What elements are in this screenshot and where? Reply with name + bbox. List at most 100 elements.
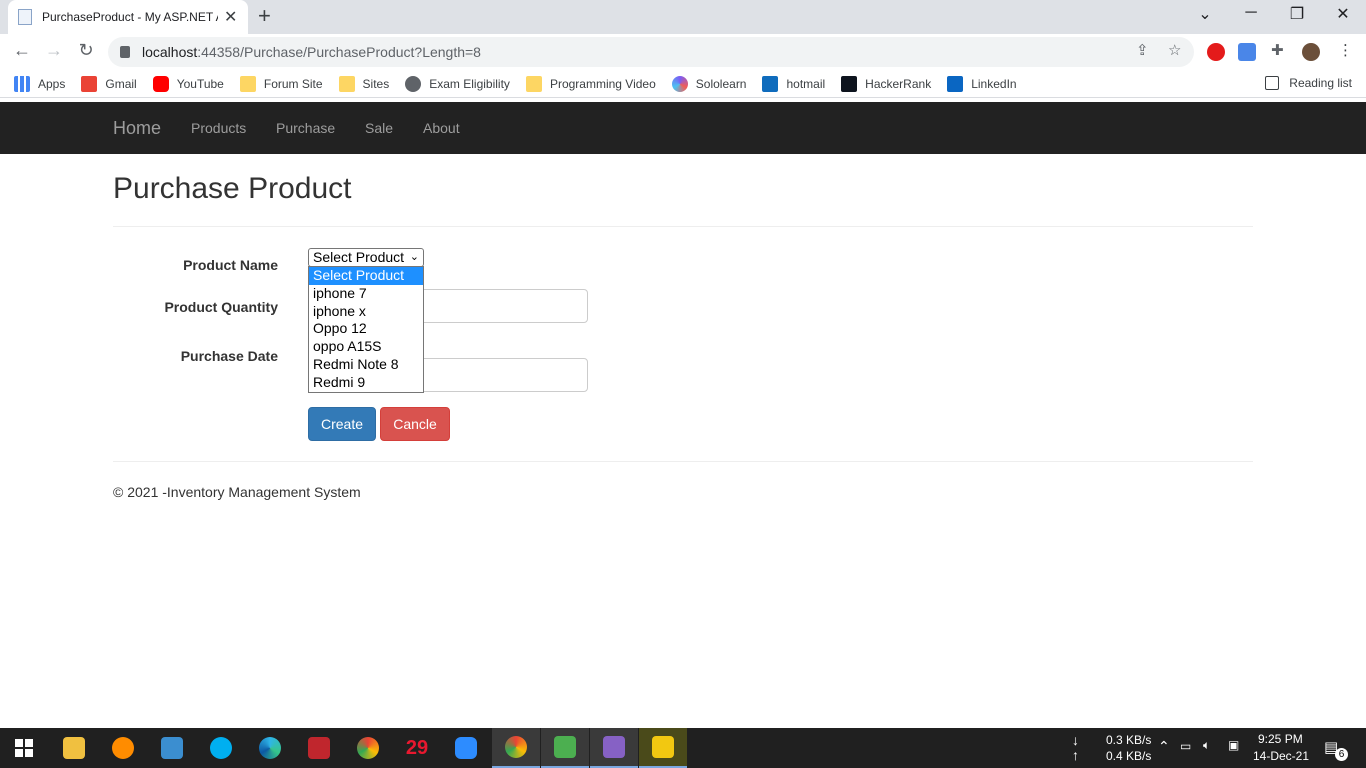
folder-icon [525, 75, 542, 92]
product-option[interactable]: iphone x [309, 303, 423, 321]
taskbar-chrome[interactable] [492, 728, 540, 768]
bookmark-apps[interactable]: Apps [14, 75, 65, 92]
nav-home-link[interactable]: Home [113, 118, 161, 139]
product-option[interactable]: Redmi 9 [309, 374, 423, 392]
lock-icon [120, 46, 130, 58]
taskbar-app[interactable] [148, 728, 196, 768]
bookmark-sololearn[interactable]: Sololearn [671, 75, 746, 92]
page-favicon-icon [18, 9, 32, 25]
clock-date[interactable]: 14-Dec-21 [1253, 749, 1309, 763]
windows-logo-icon [15, 739, 33, 757]
upload-arrow-icon: ↑ [1072, 747, 1079, 763]
cancel-button[interactable]: Cancle [380, 407, 450, 441]
volume-icon[interactable]: 🔈︎ [1203, 738, 1210, 753]
taskbar-skype[interactable] [197, 728, 245, 768]
product-option[interactable]: iphone 7 [309, 285, 423, 303]
tab-title: PurchaseProduct - My ASP.NET A [42, 10, 218, 24]
visual-studio-icon [603, 736, 625, 758]
close-window-button[interactable]: ✕ [1328, 4, 1358, 24]
taskbar-edge[interactable] [246, 728, 294, 768]
product-option[interactable]: Redmi Note 8 [309, 356, 423, 374]
translate-extension-icon[interactable] [1238, 43, 1256, 61]
nav-purchase-link[interactable]: Purchase [276, 120, 335, 136]
nav-products-link[interactable]: Products [191, 120, 246, 136]
bookmark-hackerrank[interactable]: HackerRank [841, 75, 931, 92]
chrome-icon [357, 737, 379, 759]
youtube-icon [152, 75, 169, 92]
address-bar[interactable]: localhost:44358/Purchase/PurchaseProduct… [108, 37, 1194, 67]
globe-icon [405, 75, 422, 92]
browser-tab-strip: PurchaseProduct - My ASP.NET A ✕ + ⌄ ─ ❐… [0, 0, 1366, 34]
browser-menu-icon[interactable]: ⋮ [1338, 41, 1353, 59]
chevron-down-icon: ⌄ [409, 251, 419, 263]
nav-sale-link[interactable]: Sale [365, 120, 393, 136]
show-hidden-icons-chevron-icon[interactable]: ⌃ [1158, 738, 1170, 755]
network-icon[interactable]: ▣ [1228, 738, 1239, 752]
share-icon[interactable]: ⇪ [1136, 41, 1149, 59]
profile-avatar[interactable] [1302, 43, 1320, 61]
start-button[interactable] [0, 728, 48, 768]
back-button[interactable]: ← [10, 40, 34, 61]
purchase-date-label: Purchase Date [180, 348, 278, 364]
taskbar-search[interactable] [99, 728, 147, 768]
taskbar-app[interactable] [639, 728, 687, 768]
bookmark-programming-video[interactable]: Programming Video [525, 75, 656, 92]
product-name-label: Product Name [183, 257, 278, 273]
gmail-icon [81, 75, 98, 92]
product-name-select[interactable]: Select Product ⌄ [308, 248, 424, 267]
linkedin-icon [947, 75, 964, 92]
extensions-puzzle-icon[interactable]: ✚ [1271, 41, 1284, 59]
taskbar-chrome-profile[interactable] [344, 728, 392, 768]
taskbar-zoom[interactable] [442, 728, 490, 768]
product-option[interactable]: oppo A15S [309, 338, 423, 356]
bookmark-gmail[interactable]: Gmail [81, 75, 137, 92]
opera-extension-icon[interactable] [1207, 43, 1225, 61]
product-option[interactable]: Select Product [309, 267, 423, 285]
outlook-icon [762, 75, 779, 92]
browser-tab[interactable]: PurchaseProduct - My ASP.NET A ✕ [8, 0, 248, 34]
clock-time[interactable]: 9:25 PM [1258, 732, 1303, 746]
file-explorer-icon [63, 737, 85, 759]
bookmark-forum-site[interactable]: Forum Site [239, 75, 323, 92]
minimize-button[interactable]: ─ [1236, 4, 1266, 22]
bookmark-star-icon[interactable]: ☆ [1168, 41, 1181, 59]
taskbar-app[interactable] [541, 728, 589, 768]
browser-toolbar: ← → ↻ localhost:44358/Purchase/PurchaseP… [0, 34, 1366, 70]
skype-icon [210, 737, 232, 759]
reading-list-button[interactable]: Reading list [1265, 76, 1352, 90]
title-divider [113, 226, 1253, 227]
close-tab-icon[interactable]: ✕ [224, 7, 237, 27]
tool-icon [554, 736, 576, 758]
bookmark-hotmail[interactable]: hotmail [762, 75, 825, 92]
footer-text: © 2021 -Inventory Management System [113, 484, 361, 500]
download-arrow-icon: ↓ [1072, 732, 1079, 748]
product-options-list: Select Product iphone 7 iphone x Oppo 12… [308, 266, 424, 393]
bookmark-youtube[interactable]: YouTube [152, 75, 224, 92]
bookmark-sites[interactable]: Sites [338, 75, 389, 92]
bookmark-exam-eligibility[interactable]: Exam Eligibility [405, 75, 510, 92]
nav-about-link[interactable]: About [423, 120, 460, 136]
bookmarks-bar: Apps Gmail YouTube Forum Site Sites Exam… [0, 70, 1366, 98]
create-button[interactable]: Create [308, 407, 376, 441]
taskbar-app[interactable] [295, 728, 343, 768]
folder-icon [338, 75, 355, 92]
windows-taskbar: 29 ↓ ↑ 0.3 KB/s 0.4 KB/s ⌃ ▭ 🔈︎ ▣ 9:25 P… [0, 728, 1366, 768]
taskbar-file-explorer[interactable] [50, 728, 98, 768]
bookmark-linkedin[interactable]: LinkedIn [947, 75, 1017, 92]
forward-button[interactable]: → [42, 40, 66, 61]
app-navbar: Home Products Purchase Sale About [0, 102, 1366, 154]
taskbar-visual-studio[interactable] [590, 728, 638, 768]
chrome-icon [505, 736, 527, 758]
taskbar-app-29[interactable]: 29 [393, 728, 441, 768]
search-icon [112, 737, 134, 759]
book-icon [308, 737, 330, 759]
folder-icon [239, 75, 256, 92]
badge-29: 29 [405, 736, 429, 759]
tab-search-chevron-icon[interactable]: ⌄ [1190, 4, 1220, 24]
sololearn-icon [671, 75, 688, 92]
battery-icon[interactable]: ▭ [1180, 739, 1191, 753]
product-option[interactable]: Oppo 12 [309, 320, 423, 338]
restore-button[interactable]: ❐ [1282, 4, 1312, 24]
reload-button[interactable]: ↻ [74, 40, 98, 61]
new-tab-button[interactable]: + [258, 4, 271, 28]
